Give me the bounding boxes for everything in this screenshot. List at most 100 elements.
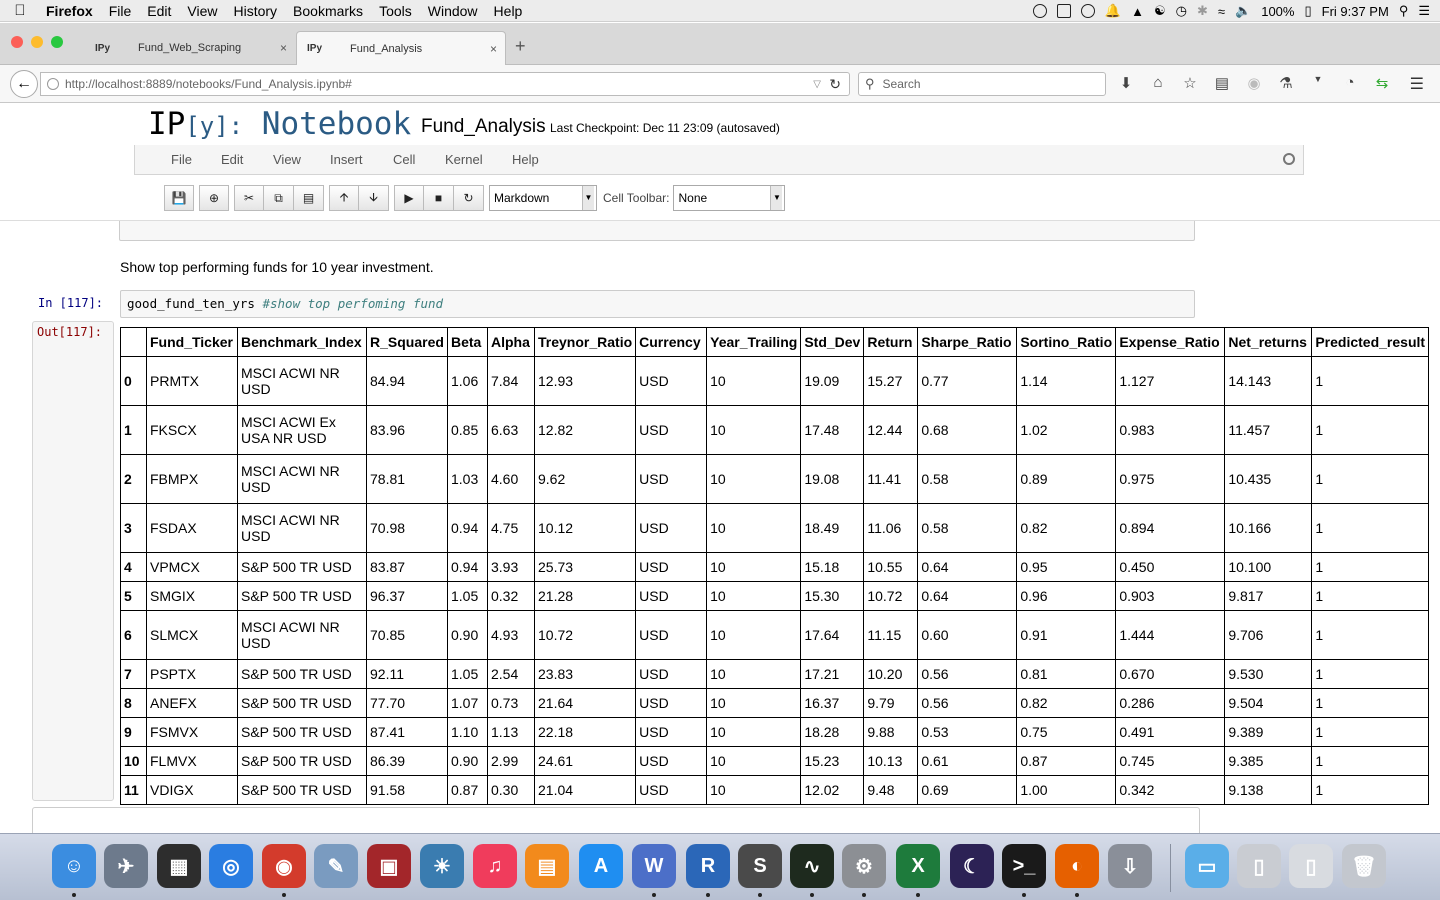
- move-down-button[interactable]: 🡫: [359, 185, 389, 211]
- restart-button[interactable]: ↻: [454, 185, 484, 211]
- move-up-button[interactable]: 🡩: [329, 185, 359, 211]
- menu-history[interactable]: History: [225, 3, 285, 19]
- time-machine-icon[interactable]: ◷: [1176, 3, 1187, 19]
- dock-launchpad-icon[interactable]: ✈: [104, 844, 148, 888]
- window-zoom-button[interactable]: [51, 36, 63, 48]
- next-cell[interactable]: [32, 807, 1200, 833]
- dock-app-store-icon[interactable]: A: [579, 844, 623, 888]
- cut-button[interactable]: ✂: [234, 185, 264, 211]
- cell-toolbar-select[interactable]: None ▼: [673, 185, 786, 211]
- spotlight-icon[interactable]: ⚲: [1399, 3, 1409, 19]
- clock[interactable]: Fri 9:37 PM: [1322, 4, 1389, 19]
- menu-help[interactable]: Help: [486, 3, 531, 19]
- screen-share-icon[interactable]: [1056, 4, 1071, 18]
- new-tab-button[interactable]: +: [515, 36, 526, 57]
- url-dropdown-icon[interactable]: ▽: [813, 79, 821, 90]
- hamburger-menu-icon[interactable]: ☰: [1410, 74, 1424, 94]
- dock-terminal-icon[interactable]: >_: [1002, 844, 1046, 888]
- run-button[interactable]: ▶: [394, 185, 424, 211]
- dock-wolfram-icon[interactable]: W: [632, 844, 676, 888]
- save-button[interactable]: 💾: [164, 185, 194, 211]
- nb-menu-insert[interactable]: Insert: [330, 152, 363, 167]
- extension-dropdown-icon[interactable]: ▼: [1308, 74, 1328, 92]
- reload-icon[interactable]: ↻: [829, 76, 841, 93]
- dock-dashboard-icon[interactable]: ▦: [157, 844, 201, 888]
- accessibility-icon[interactable]: ☯: [1154, 3, 1166, 19]
- bookmark-star-icon[interactable]: ☆: [1180, 74, 1200, 92]
- back-button[interactable]: ←: [10, 70, 38, 98]
- paste-button[interactable]: ▤: [294, 185, 324, 211]
- pocket-icon[interactable]: ◉: [1244, 74, 1264, 92]
- cell-type-select[interactable]: Markdown ▼: [489, 185, 597, 211]
- tab-close-icon[interactable]: ×: [490, 42, 497, 56]
- dock-iphoto-icon[interactable]: ☀: [420, 844, 464, 888]
- dock-itunes-icon[interactable]: ♫: [473, 844, 517, 888]
- menu-view[interactable]: View: [179, 3, 225, 19]
- apple-icon[interactable]: : [0, 2, 40, 19]
- nb-menu-kernel[interactable]: Kernel: [445, 152, 483, 167]
- nb-menu-view[interactable]: View: [273, 152, 301, 167]
- window-close-button[interactable]: [11, 36, 23, 48]
- chat-icon[interactable]: [1080, 4, 1095, 18]
- sync-icon[interactable]: ◔: [1340, 74, 1360, 92]
- dock-eclipse-icon[interactable]: ☾: [950, 844, 994, 888]
- dock-safari-icon[interactable]: ◎: [209, 844, 253, 888]
- previous-cell[interactable]: [119, 221, 1195, 241]
- dock-documents-icon[interactable]: ▯: [1237, 844, 1281, 888]
- dock-trash-icon[interactable]: 🗑: [1342, 844, 1386, 888]
- wifi-icon[interactable]: ≈: [1218, 4, 1225, 19]
- dock-ibooks-icon[interactable]: ▤: [525, 844, 569, 888]
- code-cell[interactable]: good_fund_ten_yrs #show top perfoming fu…: [120, 290, 1195, 318]
- window-minimize-button[interactable]: [31, 36, 43, 48]
- notification-center-icon[interactable]: ☰: [1418, 3, 1430, 19]
- home-icon[interactable]: ⌂: [1148, 74, 1168, 92]
- menu-tools[interactable]: Tools: [371, 3, 420, 19]
- dock-preview-doc-icon[interactable]: ▯: [1289, 844, 1333, 888]
- copy-button[interactable]: ⧉: [264, 185, 294, 211]
- table-cell: 10: [706, 552, 802, 582]
- nb-menu-cell[interactable]: Cell: [393, 152, 415, 167]
- menu-file[interactable]: File: [101, 3, 140, 19]
- markdown-cell[interactable]: Show top performing funds for 10 year in…: [120, 259, 434, 275]
- extension-icon[interactable]: ⚗: [1276, 74, 1296, 92]
- tab-close-icon[interactable]: ×: [280, 41, 287, 55]
- notebook-name[interactable]: Fund_Analysis: [421, 116, 546, 138]
- dock-downloads-installer-icon[interactable]: ⇩: [1108, 844, 1152, 888]
- url-bar[interactable]: http://localhost:8889/notebooks/Fund_Ana…: [40, 72, 850, 96]
- ipython-logo[interactable]: IP[y]: Notebook: [148, 106, 411, 142]
- dock-folder-icon[interactable]: ▭: [1185, 844, 1229, 888]
- insert-cell-button[interactable]: ⊕: [199, 185, 229, 211]
- dock-sublime-text-icon[interactable]: S: [738, 844, 782, 888]
- dock-photo-booth-icon[interactable]: ▣: [367, 844, 411, 888]
- dock-chrome-icon[interactable]: ◉: [262, 844, 306, 888]
- dock-excel-icon[interactable]: X: [896, 844, 940, 888]
- dock-preview-icon[interactable]: ✎: [314, 844, 358, 888]
- menu-window[interactable]: Window: [420, 3, 486, 19]
- menu-bookmarks[interactable]: Bookmarks: [285, 3, 371, 19]
- menu-app-firefox[interactable]: Firefox: [40, 3, 101, 19]
- url-text[interactable]: http://localhost:8889/notebooks/Fund_Ana…: [65, 77, 352, 91]
- dock-system-preferences-icon[interactable]: ⚙: [842, 844, 886, 888]
- battery-icon[interactable]: ▯: [1304, 3, 1311, 19]
- tab-fund-web-scraping[interactable]: IPy Fund_Web_Scraping ×: [85, 31, 295, 65]
- interrupt-button[interactable]: ■: [424, 185, 454, 211]
- dock-activity-monitor-icon[interactable]: ∿: [790, 844, 834, 888]
- status-circle-icon[interactable]: [1032, 4, 1047, 18]
- dock-r-app-icon[interactable]: R: [686, 844, 730, 888]
- tab-fund-analysis[interactable]: IPy Fund_Analysis ×: [296, 31, 506, 65]
- dock-firefox-icon[interactable]: ◐: [1055, 844, 1099, 888]
- menu-edit[interactable]: Edit: [139, 3, 179, 19]
- notification-bell-icon[interactable]: 🔔: [1105, 3, 1121, 19]
- download-icon[interactable]: ⬇: [1116, 74, 1136, 92]
- dock-finder-icon[interactable]: ☺: [52, 844, 96, 888]
- reading-list-icon[interactable]: ▤: [1212, 74, 1232, 92]
- nb-menu-edit[interactable]: Edit: [221, 152, 243, 167]
- volume-icon[interactable]: 🔈: [1235, 3, 1251, 19]
- search-input[interactable]: ⚲ Search: [858, 72, 1106, 96]
- bluetooth-icon[interactable]: ✱: [1197, 3, 1208, 19]
- nb-menu-help[interactable]: Help: [512, 152, 539, 167]
- nb-menu-file[interactable]: File: [171, 152, 192, 167]
- arrows-extension-icon[interactable]: ⇆: [1372, 74, 1392, 92]
- output-prompt-area[interactable]: [32, 321, 114, 801]
- drive-icon[interactable]: ▲: [1131, 4, 1144, 19]
